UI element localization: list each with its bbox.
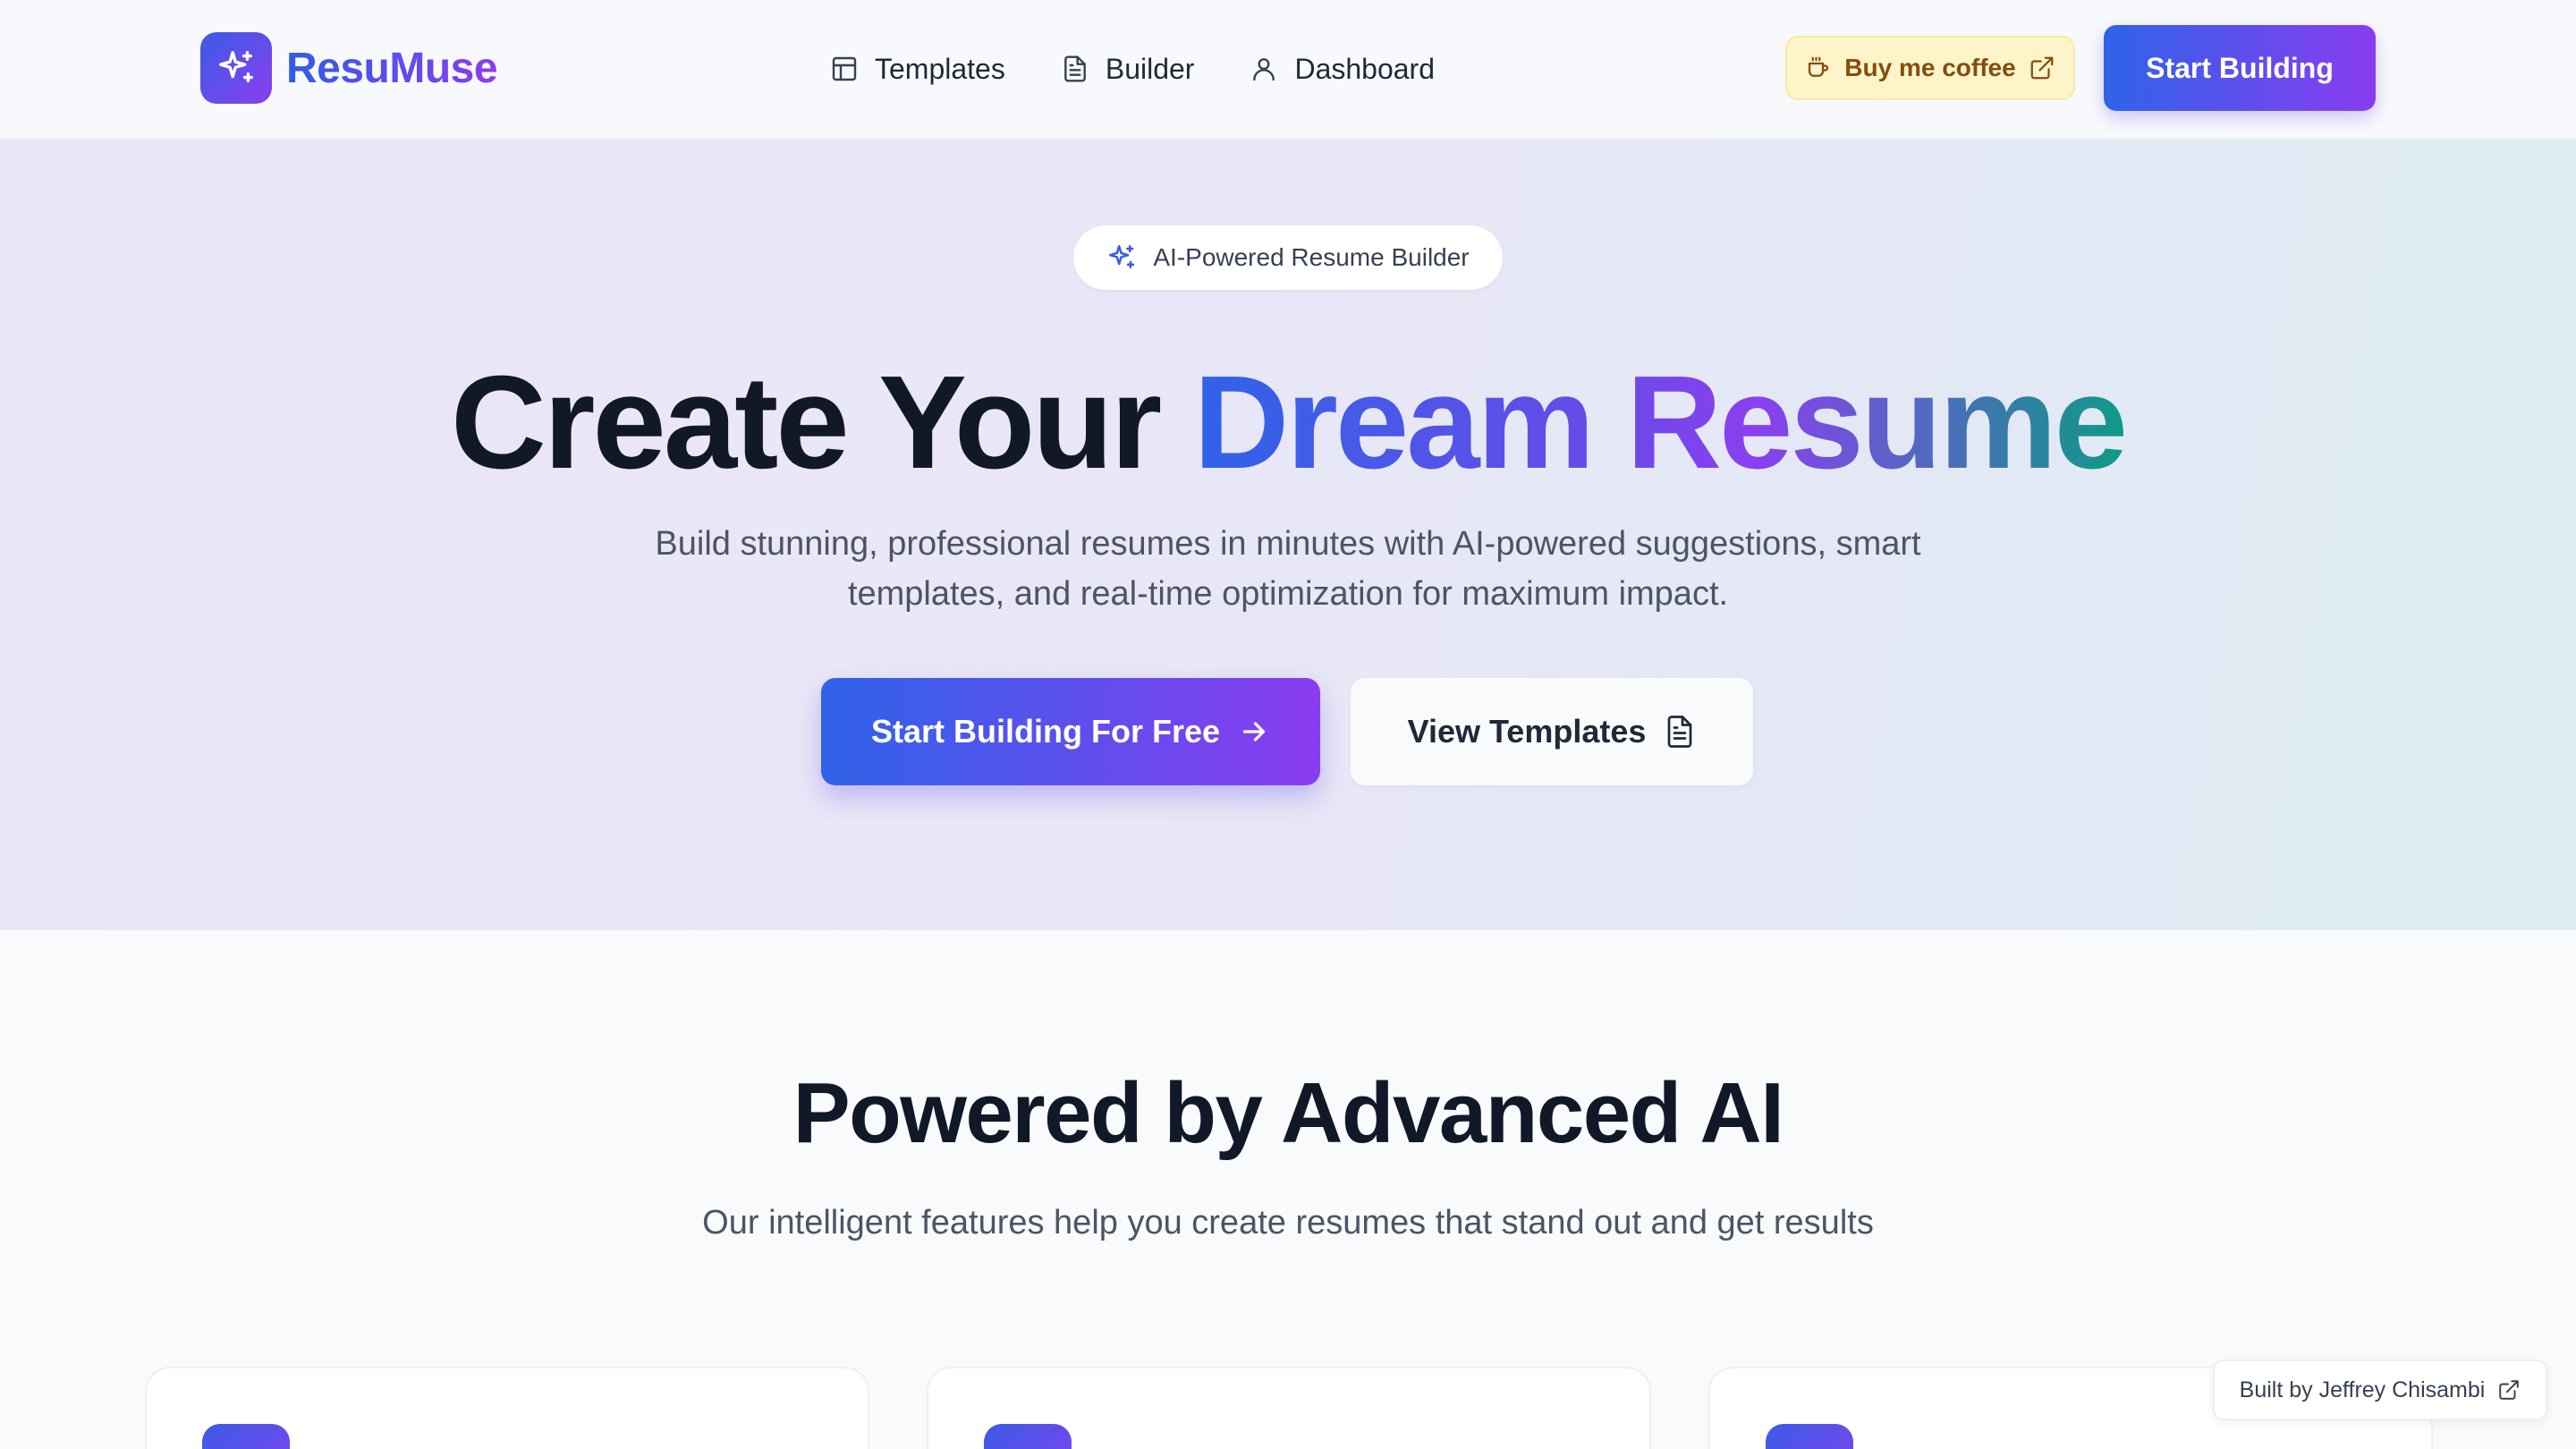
feature-icon <box>984 1424 1072 1449</box>
start-building-label: Start Building <box>2146 51 2334 84</box>
feature-icon <box>1766 1424 1853 1449</box>
external-link-icon <box>2030 56 2054 80</box>
feature-icon <box>202 1424 290 1449</box>
logo-link[interactable]: ResuMuse <box>200 32 498 104</box>
view-templates-label: View Templates <box>1407 713 1647 750</box>
hero-subtitle: Build stunning, professional resumes in … <box>655 525 1921 613</box>
top-navbar: ResuMuse Templates Builder Dashboard Buy… <box>0 0 2576 140</box>
hero-title-plain: Create Your <box>450 349 1194 496</box>
nav-dashboard-label: Dashboard <box>1294 52 1435 85</box>
view-templates-button[interactable]: View Templates <box>1351 678 1753 785</box>
feature-card <box>145 1367 869 1449</box>
sparkles-icon <box>1109 244 1135 268</box>
main-nav: Templates Builder Dashboard <box>830 45 1435 93</box>
user-icon <box>1253 58 1275 81</box>
start-building-button[interactable]: Start Building <box>2104 25 2376 111</box>
features-title: Powered by Advanced AI <box>792 1065 1784 1161</box>
hero-badge: AI-Powered Resume Builder <box>1073 225 1503 290</box>
arrow-right-icon <box>1242 722 1266 741</box>
coffee-icon <box>1809 56 1829 77</box>
page: ResuMuse Templates Builder Dashboard Buy… <box>0 0 2576 1449</box>
features-subtitle: Our intelligent features help you create… <box>702 1204 1874 1241</box>
start-building-free-button[interactable]: Start Building For Free <box>821 678 1320 785</box>
built-by-badge[interactable]: Built by Jeffrey Chisambi <box>2213 1360 2547 1420</box>
hero-badge-label: AI-Powered Resume Builder <box>1153 243 1470 271</box>
built-by-label: Built by Jeffrey Chisambi <box>2239 1377 2486 1402</box>
nav-templates[interactable]: Templates <box>830 53 1005 86</box>
buy-me-coffee-button[interactable]: Buy me coffee <box>1785 36 2075 100</box>
feature-card <box>927 1367 1651 1449</box>
external-link-icon <box>2499 1380 2520 1400</box>
logo-text: ResuMuse <box>286 44 498 92</box>
nav-builder-label: Builder <box>1105 52 1195 85</box>
start-building-free-label: Start Building For Free <box>870 713 1221 750</box>
nav-builder[interactable]: Builder <box>1061 52 1195 86</box>
sparkles-logo-icon <box>200 32 272 104</box>
hero-title-gradient: Dream Resume <box>1193 349 2128 496</box>
layout-icon <box>832 56 857 81</box>
file-text-icon <box>1668 716 1692 748</box>
file-text-icon <box>1063 55 1086 82</box>
nav-templates-label: Templates <box>875 52 1005 85</box>
buy-me-coffee-label: Buy me coffee <box>1844 54 2016 81</box>
hero-section: AI-Powered Resume Builder Create Your Dr… <box>0 140 2576 930</box>
hero-title: Create Your Dream Resume <box>0 343 2576 503</box>
nav-dashboard[interactable]: Dashboard <box>1250 53 1435 86</box>
